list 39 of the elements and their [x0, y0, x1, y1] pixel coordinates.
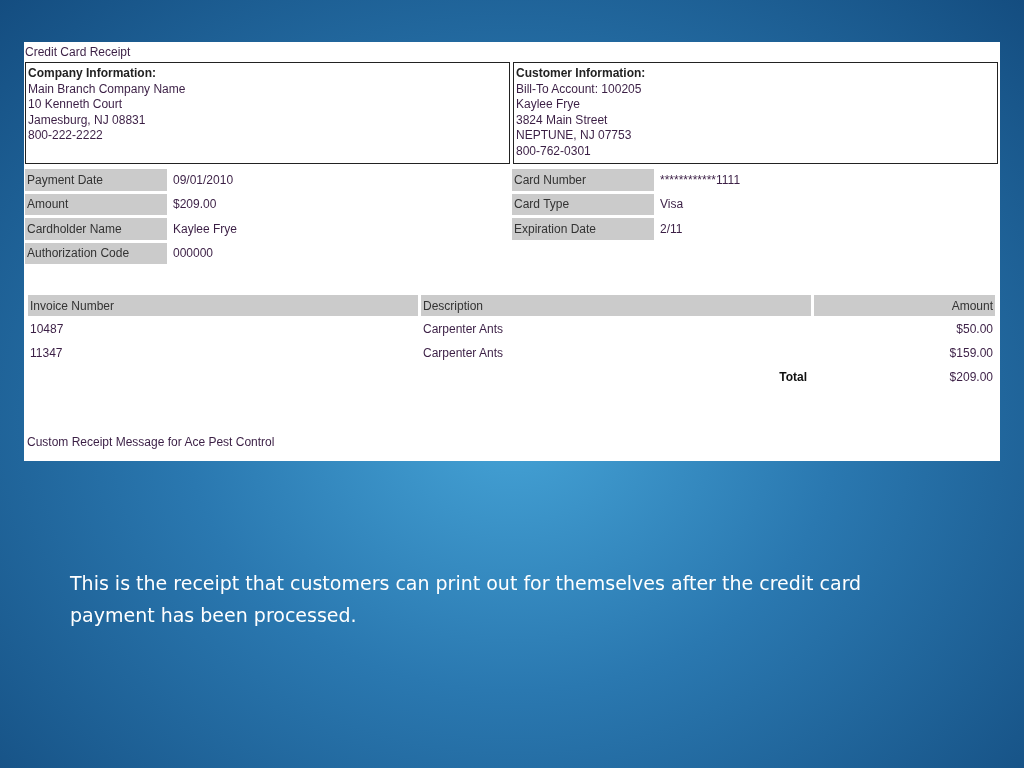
info-line: 10 Kenneth Court: [28, 97, 124, 113]
field-value: 09/01/2010: [172, 172, 234, 187]
table-cell-text: $50.00: [955, 321, 994, 338]
total-label: Total: [778, 369, 808, 386]
field-value: 000000: [172, 246, 214, 261]
caption-text: This is the receipt that customers can print out for themselves after the credit card payment has been processed.: [70, 571, 863, 628]
info-line: Bill-To Account: 100205: [516, 81, 643, 97]
info-line: 3824 Main Street: [516, 112, 609, 128]
info-heading: Customer Information:: [516, 66, 647, 82]
total-value: $209.00: [948, 369, 994, 386]
field-value: Visa: [659, 197, 684, 212]
info-line: Jamesburg, NJ 08831: [28, 112, 147, 128]
field-label: Amount: [25, 193, 167, 215]
field-label: Authorization Code: [25, 242, 167, 264]
field-label: Card Type: [512, 193, 654, 215]
receipt-title: Credit Card Receipt: [25, 45, 132, 59]
info-line: 800-222-2222: [28, 128, 104, 144]
receipt-message: Custom Receipt Message for Ace Pest Control: [26, 435, 276, 449]
field-value: 2/11: [659, 221, 683, 236]
field-label: Card Number: [512, 169, 654, 191]
table-cell-text: 11347: [29, 345, 64, 362]
info-line: Main Branch Company Name: [28, 81, 187, 97]
info-line: NEPTUNE, NJ 07753: [516, 128, 633, 144]
info-line: 800-762-0301: [516, 143, 592, 159]
field-value: $209.00: [172, 197, 217, 212]
field-value: Kaylee Frye: [172, 221, 238, 236]
info-heading: Company Information:: [28, 66, 157, 82]
field-value: ************1111: [659, 172, 741, 187]
table-cell-text: $159.00: [948, 345, 994, 362]
table-cell-text: Carpenter Ants: [422, 321, 505, 338]
column-header: Description: [421, 295, 811, 316]
column-header: Invoice Number: [28, 295, 418, 316]
field-label: Expiration Date: [512, 218, 654, 240]
field-label: Cardholder Name: [25, 218, 167, 240]
info-line: Kaylee Frye: [516, 97, 582, 113]
table-cell-text: 10487: [29, 321, 65, 338]
column-header: Amount: [814, 295, 995, 316]
field-label: Payment Date: [25, 169, 167, 191]
table-cell-text: Carpenter Ants: [422, 345, 505, 362]
